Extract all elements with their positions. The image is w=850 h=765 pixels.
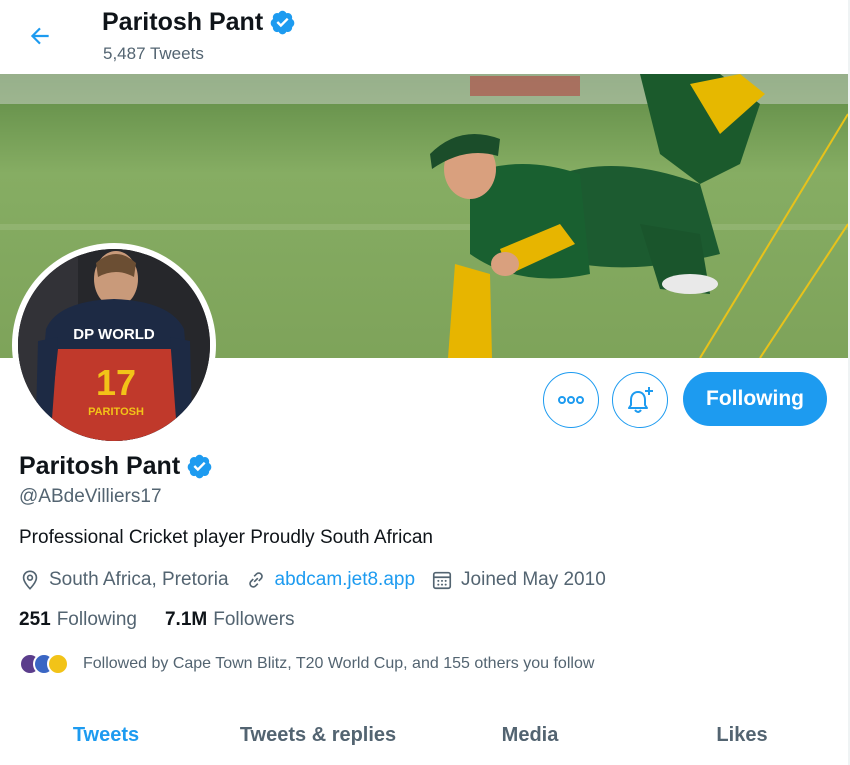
profile-avatar[interactable]: DP WORLD 17 PARITOSH xyxy=(12,243,216,447)
avatar xyxy=(47,653,69,675)
verified-badge-icon xyxy=(187,454,212,479)
tab-media[interactable]: Media xyxy=(424,710,636,765)
link-icon xyxy=(248,572,263,588)
joined-item: Joined May 2010 xyxy=(431,569,606,591)
verified-badge-icon xyxy=(270,10,295,35)
followed-by-text: Followed by Cape Town Blitz, T20 World C… xyxy=(83,655,595,672)
website-item[interactable]: abdcam.jet8.app xyxy=(245,569,416,591)
website-link[interactable]: abdcam.jet8.app xyxy=(275,569,416,591)
jersey-name: PARITOSH xyxy=(88,406,144,418)
bell-plus-icon xyxy=(628,387,653,413)
location-text: South Africa, Pretoria xyxy=(49,569,229,590)
joined-text: Joined May 2010 xyxy=(461,569,606,590)
profile-tabs: Tweets Tweets & replies Media Likes xyxy=(0,710,848,765)
back-button[interactable] xyxy=(20,16,60,56)
followers-count: 7.1M xyxy=(164,609,208,630)
jersey-sponsor: DP WORLD xyxy=(73,326,155,343)
profile-handle: @ABdeVilliers17 xyxy=(19,486,162,507)
tab-tweets[interactable]: Tweets xyxy=(0,710,212,765)
follow-stats: 251 Following 7.1M Followers xyxy=(19,609,295,631)
header-title: Paritosh Pant xyxy=(102,8,296,37)
tab-likes[interactable]: Likes xyxy=(636,710,848,765)
calendar-icon xyxy=(432,571,452,590)
followed-by-avatars xyxy=(19,653,69,675)
following-count-link[interactable]: 251 Following xyxy=(19,609,137,631)
tab-tweets-replies[interactable]: Tweets & replies xyxy=(212,710,424,765)
profile-bio: Professional Cricket player Proudly Sout… xyxy=(19,527,433,548)
arrow-left-icon xyxy=(30,27,49,45)
notifications-button[interactable] xyxy=(612,372,668,428)
header-name: Paritosh Pant xyxy=(102,8,264,36)
profile-name: Paritosh Pant xyxy=(19,452,181,480)
profile-meta: South Africa, Pretoria abdcam.jet8.app J… xyxy=(19,567,622,593)
more-dots-icon xyxy=(558,396,584,404)
followed-by-row[interactable]: Followed by Cape Town Blitz, T20 World C… xyxy=(19,651,594,677)
followers-label: Followers xyxy=(213,609,295,630)
profile-header-bar: Paritosh Pant 5,487 Tweets xyxy=(0,0,848,74)
jersey-number: 17 xyxy=(96,362,136,403)
profile-name-row: Paritosh Pant xyxy=(19,452,213,481)
following-button[interactable]: Following xyxy=(683,372,827,426)
location-item: South Africa, Pretoria xyxy=(19,569,229,591)
location-pin-icon xyxy=(22,570,38,590)
header-tweet-count: 5,487 Tweets xyxy=(103,44,204,63)
following-count: 251 xyxy=(19,609,51,630)
more-options-button[interactable] xyxy=(543,372,599,428)
following-label: Following xyxy=(56,609,137,630)
followers-count-link[interactable]: 7.1M Followers xyxy=(165,609,295,631)
